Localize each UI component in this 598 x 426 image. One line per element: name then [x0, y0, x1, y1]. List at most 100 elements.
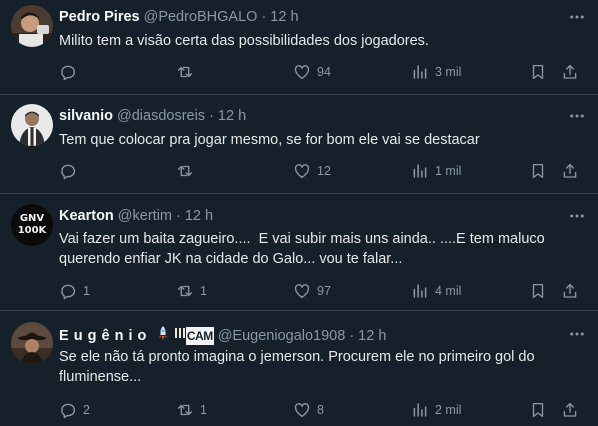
- retweet-icon: [177, 66, 193, 78]
- action-bar: 94 3 mil: [59, 62, 586, 82]
- user-handle[interactable]: @Eugeniogalo1908: [218, 327, 346, 345]
- reply-button[interactable]: [59, 161, 83, 181]
- timestamp[interactable]: 12 h: [185, 207, 213, 225]
- like-icon: [294, 403, 310, 418]
- bookmark-icon: [532, 283, 544, 299]
- tweet-text: Milito tem a visão certa das possibilida…: [59, 33, 429, 49]
- bookmark-button[interactable]: [529, 161, 547, 181]
- share-button[interactable]: [561, 281, 579, 301]
- avatar[interactable]: [11, 322, 53, 364]
- tweet[interactable]: GNV 100K Kearton @kertim · 12 h Vai faze…: [0, 194, 598, 311]
- more-icon[interactable]: [568, 207, 586, 225]
- retweet-button[interactable]: [176, 62, 200, 82]
- views-icon: [413, 65, 427, 79]
- retweet-icon: [177, 165, 193, 177]
- retweet-count: 1: [200, 284, 207, 298]
- separator-dot: ·: [176, 208, 181, 224]
- timestamp[interactable]: 12 h: [218, 107, 246, 125]
- like-button[interactable]: 97: [293, 281, 331, 301]
- like-button[interactable]: 8: [293, 400, 324, 420]
- reply-icon: [61, 164, 76, 180]
- retweet-icon: [177, 285, 193, 297]
- retweet-button[interactable]: [176, 161, 200, 181]
- share-icon: [563, 163, 577, 178]
- bookmark-button[interactable]: [529, 62, 547, 82]
- bookmark-button[interactable]: [529, 400, 547, 420]
- views-icon: [413, 164, 427, 178]
- retweet-button[interactable]: 1: [176, 400, 207, 420]
- display-name[interactable]: Pedro Pires: [59, 8, 140, 26]
- display-name[interactable]: E u g ê n i o: [59, 327, 147, 345]
- views-icon: [413, 284, 427, 298]
- separator-dot: ·: [261, 9, 267, 25]
- avatar-text: GNV 100K: [17, 213, 47, 236]
- more-icon[interactable]: [568, 325, 586, 343]
- view-count: 3 mil: [435, 65, 462, 79]
- more-icon[interactable]: [568, 8, 586, 26]
- reply-button[interactable]: 1: [59, 281, 90, 301]
- like-count: 97: [317, 284, 331, 298]
- view-count: 1 mil: [435, 164, 462, 178]
- flag-emoji-icon: [172, 326, 186, 345]
- like-count: 12: [317, 164, 331, 178]
- more-icon[interactable]: [568, 107, 586, 125]
- reply-count: 2: [83, 403, 90, 417]
- views-button[interactable]: 4 mil: [411, 281, 461, 301]
- timestamp[interactable]: 12 h: [358, 327, 386, 345]
- action-bar: 1 1 97 4 mil: [59, 281, 586, 301]
- views-button[interactable]: 2 mil: [411, 400, 461, 420]
- views-button[interactable]: 1 mil: [411, 161, 461, 181]
- share-button[interactable]: [561, 62, 579, 82]
- tweet-text: Se ele não tá pronto imagina o jemerson.…: [59, 349, 535, 385]
- tweet-text: Tem que colocar pra jogar mesmo, se for …: [59, 132, 480, 148]
- tweet[interactable]: E u g ê n i o CAM @Eugeniogalo1908 · 12 …: [0, 311, 598, 426]
- views-button[interactable]: 3 mil: [411, 62, 461, 82]
- retweet-icon: [177, 404, 193, 416]
- reply-button[interactable]: [59, 62, 83, 82]
- like-icon: [294, 284, 310, 299]
- share-icon: [563, 64, 577, 79]
- like-icon: [294, 65, 310, 80]
- tweet[interactable]: Pedro Pires @PedroBHGALO · 12 h Milito t…: [0, 0, 598, 95]
- display-name[interactable]: silvanio: [59, 107, 113, 125]
- like-button[interactable]: 12: [293, 161, 331, 181]
- reply-button[interactable]: 2: [59, 400, 90, 420]
- avatar[interactable]: [11, 104, 53, 146]
- name-badge-text: CAM: [185, 326, 214, 345]
- view-count: 2 mil: [435, 403, 462, 417]
- share-button[interactable]: [561, 400, 579, 420]
- reply-icon: [61, 284, 76, 300]
- avatar[interactable]: GNV 100K: [11, 204, 53, 246]
- reply-count: 1: [83, 284, 90, 298]
- tweet[interactable]: silvanio @diasdosreis · 12 h Tem que col…: [0, 95, 598, 194]
- bookmark-icon: [532, 64, 544, 80]
- like-button[interactable]: 94: [293, 62, 331, 82]
- bookmark-button[interactable]: [529, 281, 547, 301]
- display-name[interactable]: Kearton: [59, 207, 114, 225]
- rocket-emoji-icon: [155, 325, 171, 346]
- reply-icon: [61, 403, 76, 419]
- bookmark-icon: [532, 402, 544, 418]
- user-handle[interactable]: @diasdosreis: [117, 107, 205, 125]
- views-icon: [413, 403, 427, 417]
- bookmark-icon: [532, 163, 544, 179]
- share-icon: [563, 283, 577, 298]
- avatar[interactable]: [11, 5, 53, 47]
- separator-dot: ·: [209, 108, 214, 124]
- share-button[interactable]: [561, 161, 579, 181]
- action-bar: 2 1 8 2 mil: [59, 400, 586, 420]
- like-count: 94: [317, 65, 331, 79]
- tweet-text: Vai fazer um baita zagueiro.... E vai su…: [59, 231, 549, 267]
- view-count: 4 mil: [435, 284, 462, 298]
- action-bar: 12 1 mil: [59, 161, 586, 181]
- share-icon: [563, 402, 577, 417]
- reply-icon: [61, 65, 76, 81]
- retweet-count: 1: [200, 403, 207, 417]
- like-icon: [294, 164, 310, 179]
- timestamp[interactable]: 12 h: [270, 8, 298, 26]
- user-handle[interactable]: @kertim: [118, 207, 172, 225]
- separator-dot: ·: [349, 327, 355, 344]
- like-count: 8: [317, 403, 324, 417]
- user-handle[interactable]: @PedroBHGALO: [144, 8, 258, 26]
- retweet-button[interactable]: 1: [176, 281, 207, 301]
